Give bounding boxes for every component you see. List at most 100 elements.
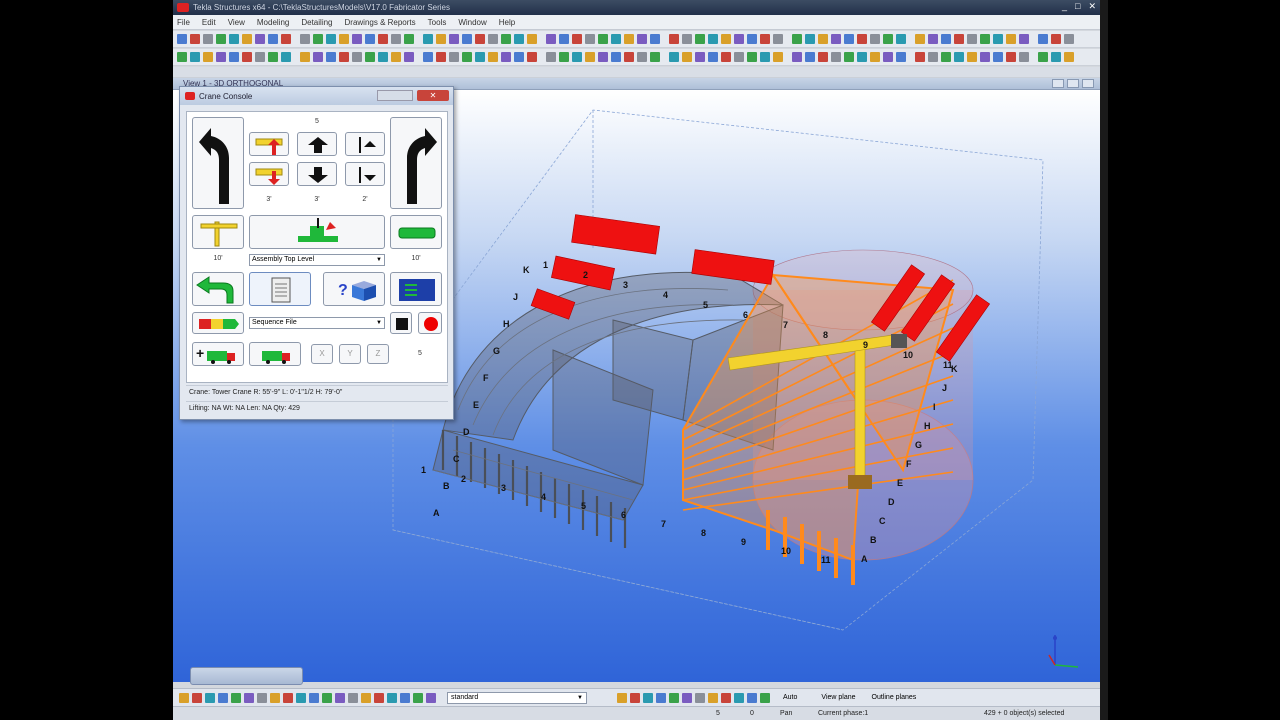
progress-button[interactable] [192, 312, 244, 334]
view-minimize-button[interactable] [1052, 79, 1064, 88]
assembly-level-select[interactable]: Assembly Top Level ▼ [249, 254, 385, 266]
toolbar-tool-icon[interactable] [980, 52, 990, 62]
tower-crane-button[interactable] [192, 215, 244, 249]
jib-up-button[interactable] [249, 132, 289, 156]
toolbar-tool-icon[interactable] [426, 692, 436, 703]
toolbar-tool-icon[interactable] [179, 692, 189, 703]
toolbar-tool-icon[interactable] [818, 52, 828, 62]
toolbar-tool-icon[interactable] [281, 34, 291, 44]
toolbar-tool-icon[interactable] [708, 34, 718, 44]
toolbar-tool-icon[interactable] [300, 52, 310, 62]
toolbar-tool-icon[interactable] [637, 34, 647, 44]
toolbar-tool-icon[interactable] [257, 692, 267, 703]
toolbar-tool-icon[interactable] [413, 692, 423, 703]
toolbar-tool-icon[interactable] [611, 34, 621, 44]
toolbar-tool-icon[interactable] [747, 34, 757, 44]
toolbar-tool-icon[interactable] [400, 692, 410, 703]
toolbar-tool-icon[interactable] [1038, 52, 1048, 62]
toolbar-tool-icon[interactable] [682, 692, 692, 703]
toolbar-tool-icon[interactable] [896, 34, 906, 44]
outline-mode-select[interactable]: Outline planes [872, 694, 917, 701]
toolbar-tool-icon[interactable] [546, 52, 556, 62]
snap-mode-select[interactable]: Auto [783, 694, 797, 701]
toolbar-tool-icon[interactable] [844, 34, 854, 44]
menu-window[interactable]: Window [458, 18, 486, 27]
stop-button[interactable] [390, 312, 412, 334]
toolbar-tool-icon[interactable] [283, 692, 293, 703]
toolbar-tool-icon[interactable] [559, 52, 569, 62]
toolbar-tool-icon[interactable] [436, 34, 446, 44]
toolbar-tool-icon[interactable] [637, 52, 647, 62]
toolbar-tool-icon[interactable] [831, 34, 841, 44]
jib-down-button[interactable] [249, 162, 289, 186]
toolbar-tool-icon[interactable] [941, 52, 951, 62]
rotate-right-button[interactable] [390, 117, 442, 209]
toolbar-tool-icon[interactable] [967, 34, 977, 44]
toolbar-tool-icon[interactable] [216, 52, 226, 62]
toolbar-tool-icon[interactable] [1006, 34, 1016, 44]
toolbar-tool-icon[interactable] [229, 52, 239, 62]
toolbar-tool-icon[interactable] [205, 692, 215, 703]
toolbar-tool-icon[interactable] [255, 34, 265, 44]
toolbar-tool-icon[interactable] [896, 52, 906, 62]
toolbar-tool-icon[interactable] [993, 52, 1003, 62]
maximize-button[interactable]: □ [1075, 1, 1080, 12]
sequence-list-button[interactable] [390, 272, 442, 306]
toolbar-tool-icon[interactable] [624, 34, 634, 44]
console-min-max-buttons[interactable] [377, 90, 413, 101]
toolbar-tool-icon[interactable] [268, 52, 278, 62]
toolbar-tool-icon[interactable] [915, 52, 925, 62]
toolbar-tool-icon[interactable] [514, 34, 524, 44]
toolbar-tool-icon[interactable] [708, 692, 718, 703]
toolbar-tool-icon[interactable] [650, 34, 660, 44]
toolbar-tool-icon[interactable] [300, 34, 310, 44]
toolbar-tool-icon[interactable] [326, 34, 336, 44]
trolley-down-button[interactable] [345, 162, 385, 186]
view-close-button[interactable] [1082, 79, 1094, 88]
toolbar-tool-icon[interactable] [572, 52, 582, 62]
toolbar-tool-icon[interactable] [527, 34, 537, 44]
toolbar-tool-icon[interactable] [773, 52, 783, 62]
menu-modeling[interactable]: Modeling [257, 18, 289, 27]
toolbar-tool-icon[interactable] [281, 52, 291, 62]
toolbar-tool-icon[interactable] [391, 52, 401, 62]
toolbar-tool-icon[interactable] [365, 52, 375, 62]
toolbar-tool-icon[interactable] [423, 34, 433, 44]
toolbar-tool-icon[interactable] [857, 34, 867, 44]
toolbar-tool-icon[interactable] [216, 34, 226, 44]
place-load-button[interactable] [249, 215, 385, 249]
toolbar-tool-icon[interactable] [326, 52, 336, 62]
toolbar-tool-icon[interactable] [404, 34, 414, 44]
toolbar-tool-icon[interactable] [255, 52, 265, 62]
toolbar-tool-icon[interactable] [585, 52, 595, 62]
toolbar-tool-icon[interactable] [231, 692, 241, 703]
toolbar-tool-icon[interactable] [792, 34, 802, 44]
toolbar-tool-icon[interactable] [514, 52, 524, 62]
truck-view-button[interactable] [390, 215, 442, 249]
toolbar-tool-icon[interactable] [805, 34, 815, 44]
toolbar-tool-icon[interactable] [462, 52, 472, 62]
toolbar-tool-icon[interactable] [993, 34, 1003, 44]
axis-y-button[interactable]: Y [339, 344, 361, 364]
toolbar-tool-icon[interactable] [695, 34, 705, 44]
toolbar-tool-icon[interactable] [423, 52, 433, 62]
sequence-file-select[interactable]: Sequence File ▼ [249, 317, 385, 329]
toolbar-tool-icon[interactable] [313, 34, 323, 44]
toolbar-tool-icon[interactable] [244, 692, 254, 703]
toolbar-tool-icon[interactable] [734, 52, 744, 62]
toolbar-tool-icon[interactable] [475, 34, 485, 44]
rotate-left-button[interactable] [192, 117, 244, 209]
toolbar-tool-icon[interactable] [527, 52, 537, 62]
record-button[interactable] [418, 312, 442, 334]
toolbar-tool-icon[interactable] [805, 52, 815, 62]
view-maximize-button[interactable] [1067, 79, 1079, 88]
toolbar-tool-icon[interactable] [656, 692, 666, 703]
toolbar-tool-icon[interactable] [449, 52, 459, 62]
toolbar-tool-icon[interactable] [1064, 52, 1074, 62]
toolbar-tool-icon[interactable] [883, 52, 893, 62]
toolbar-tool-icon[interactable] [682, 52, 692, 62]
toolbar-tool-icon[interactable] [721, 692, 731, 703]
menu-view[interactable]: View [228, 18, 245, 27]
toolbar-tool-icon[interactable] [348, 692, 358, 703]
add-truck-button[interactable]: + [192, 342, 244, 366]
